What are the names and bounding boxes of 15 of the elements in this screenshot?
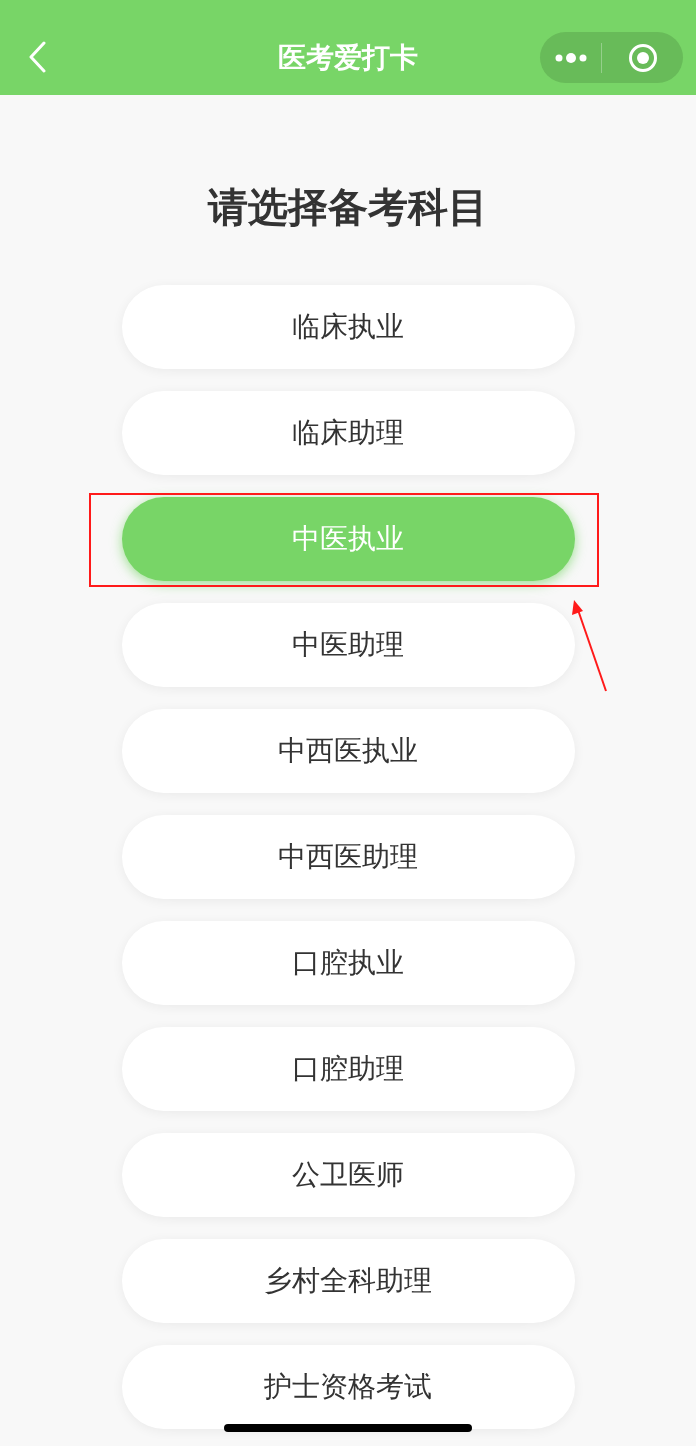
page-heading: 请选择备考科目 bbox=[208, 184, 488, 231]
subject-option[interactable]: 临床助理 bbox=[121, 391, 575, 475]
subject-option[interactable]: 口腔执业 bbox=[121, 921, 575, 1005]
subject-option[interactable]: 口腔助理 bbox=[121, 1027, 575, 1111]
subject-option[interactable]: 护士资格考试 bbox=[121, 1345, 575, 1429]
subject-option[interactable]: 中西医助理 bbox=[121, 815, 575, 899]
chevron-left-icon bbox=[28, 41, 46, 73]
circle-dot-icon bbox=[627, 42, 658, 73]
nav-title: 医考爱打卡 bbox=[278, 40, 418, 75]
more-icon bbox=[554, 51, 587, 64]
subject-option[interactable]: 中西医执业 bbox=[121, 709, 575, 793]
subject-option[interactable]: 中医助理 bbox=[121, 603, 575, 687]
subject-option[interactable]: 公卫医师 bbox=[121, 1133, 575, 1217]
subject-option[interactable]: 临床执业 bbox=[121, 285, 575, 369]
subject-option[interactable]: 乡村全科助理 bbox=[121, 1239, 575, 1323]
